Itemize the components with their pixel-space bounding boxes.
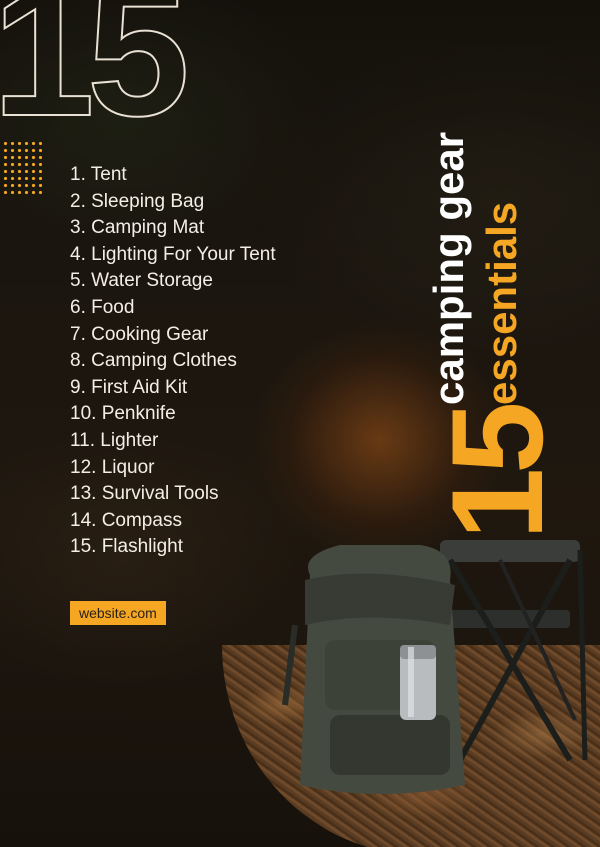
gear-list: 1. Tent 2. Sleeping Bag 3. Camping Mat 4… <box>70 162 276 561</box>
list-item: 14. Compass <box>70 509 182 531</box>
list-item: 13. Survival Tools <box>70 483 219 505</box>
list-item: 8. Camping Clothes <box>70 350 237 372</box>
heading-camping-gear: camping gear <box>425 131 472 405</box>
dot-grid-decoration <box>2 140 42 198</box>
list-item: 11. Lighter <box>70 429 159 451</box>
website-link[interactable]: website.com <box>70 601 166 625</box>
outline-number-15: 15 <box>0 0 191 155</box>
list-item: 1. Tent <box>70 164 127 185</box>
list-item: 2. Sleeping Bag <box>70 190 205 212</box>
list-item: 7. Cooking Gear <box>70 323 209 345</box>
backpack-image <box>282 545 465 794</box>
heading-essentials: essentials <box>478 201 525 405</box>
list-item: 5. Water Storage <box>70 270 213 292</box>
list-item: 9. First Aid Kit <box>70 376 188 398</box>
list-item: 15. Flashlight <box>70 536 184 558</box>
poster: 15 1. Tent 2. Sleeping Bag 3. Camping Ma… <box>0 0 600 847</box>
list-item: 4. Lighting For Your Tent <box>70 243 276 265</box>
list-item: 12. Liquor <box>70 456 155 478</box>
list-item: 10. Penknife <box>70 403 176 425</box>
solid-number-15: 15 <box>424 407 570 540</box>
list-item: 6. Food <box>70 296 135 318</box>
list-item: 3. Camping Mat <box>70 217 205 239</box>
